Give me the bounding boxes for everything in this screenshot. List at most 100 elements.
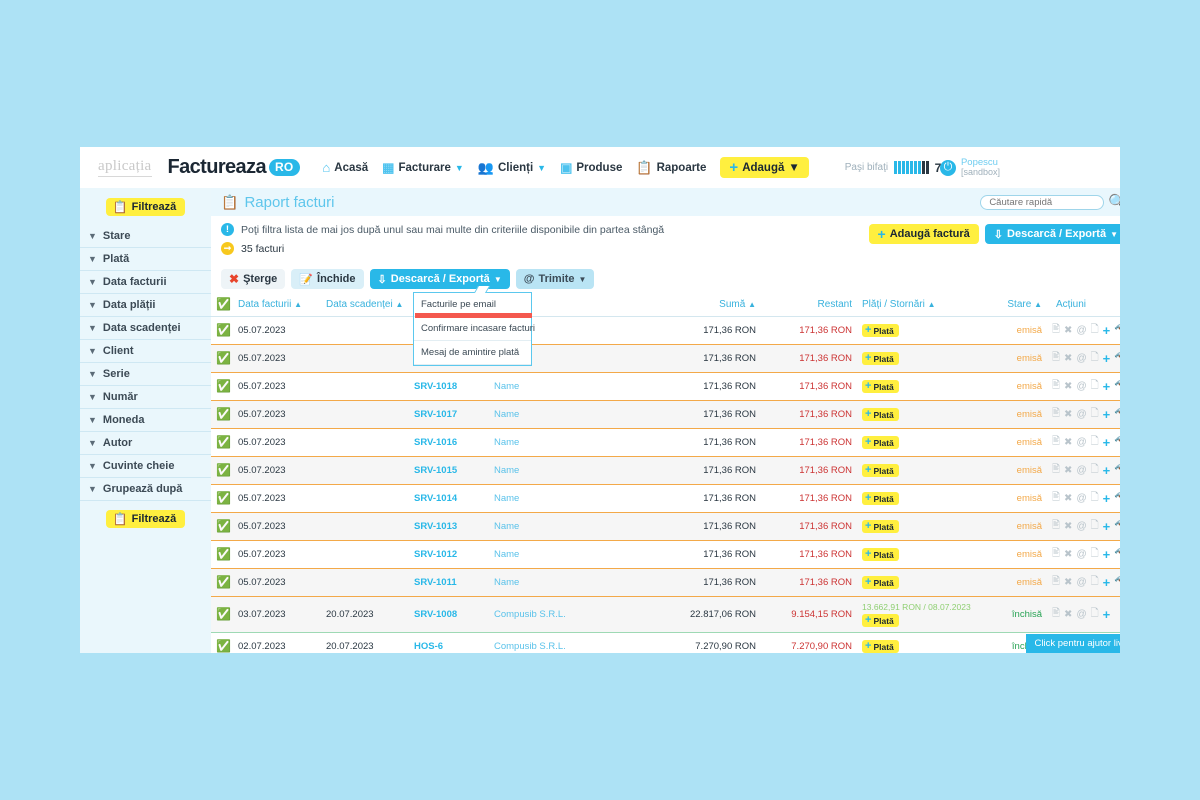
email-icon[interactable]: @: [1076, 493, 1086, 504]
dropdown-item-payment-confirmation[interactable]: Confirmare incasare facturi: [414, 317, 531, 341]
close-icon[interactable]: ✖: [1064, 409, 1072, 420]
close-icon[interactable]: ✖: [1064, 577, 1072, 588]
add-invoice-button[interactable]: + Adaugă factură: [869, 224, 979, 244]
row-checkbox-cell[interactable]: ✅: [211, 457, 233, 485]
client-link[interactable]: Name: [494, 437, 519, 448]
add-payment-badge[interactable]: +Plată: [862, 492, 899, 505]
add-payment-badge[interactable]: +Plată: [862, 464, 899, 477]
nav-item-facturare[interactable]: ▦ Facturare ▼: [382, 161, 464, 174]
row-checkbox-cell[interactable]: ✅: [211, 401, 233, 429]
delete-button[interactable]: ✖ Şterge: [221, 269, 285, 289]
email-icon[interactable]: @: [1076, 609, 1086, 620]
duplicate-icon[interactable]: 🗋: [1091, 322, 1099, 339]
duplicate-icon[interactable]: 🗋: [1091, 490, 1099, 507]
plus-icon[interactable]: +: [1103, 608, 1111, 621]
plus-icon[interactable]: +: [1103, 464, 1111, 477]
client-link[interactable]: Compusib S.R.L.: [494, 609, 566, 620]
invoice-link[interactable]: SRV-1014: [414, 493, 457, 504]
email-icon[interactable]: @: [1076, 465, 1086, 476]
download-export-button[interactable]: ⇩ Descarcă / Exportă ▼: [985, 224, 1120, 244]
edit-icon[interactable]: 🖹: [1052, 406, 1060, 423]
check-circle-icon[interactable]: ✅: [216, 492, 231, 504]
invoice-link[interactable]: SRV-1017: [414, 409, 457, 420]
close-icon[interactable]: ✖: [1064, 493, 1072, 504]
plus-icon[interactable]: +: [1103, 492, 1111, 505]
plus-icon[interactable]: +: [1103, 380, 1111, 393]
email-icon[interactable]: @: [1076, 549, 1086, 560]
table-row[interactable]: ✅05.07.2023171,36 RON171,36 RON+Platăemi…: [211, 345, 1120, 373]
email-icon[interactable]: @: [1076, 353, 1086, 364]
client-link[interactable]: Name: [494, 549, 519, 560]
edit-icon[interactable]: 🖹: [1052, 606, 1060, 623]
close-icon[interactable]: ✖: [1064, 381, 1072, 392]
filter-button-top[interactable]: 📋 Filtrează: [106, 198, 186, 216]
invoice-link[interactable]: SRV-1013: [414, 521, 457, 532]
duplicate-icon[interactable]: 🗋: [1091, 350, 1099, 367]
filter-item-3[interactable]: ▼Data plății: [80, 294, 211, 317]
close-icon[interactable]: ✖: [1064, 325, 1072, 336]
client-link[interactable]: Name: [494, 465, 519, 476]
client-link[interactable]: Name: [494, 493, 519, 504]
filter-item-11[interactable]: ▼Grupează după: [80, 478, 211, 501]
table-row[interactable]: ✅05.07.2023SRV-1018Name171,36 RON171,36 …: [211, 373, 1120, 401]
duplicate-icon[interactable]: 🗋: [1091, 574, 1099, 591]
add-payment-badge[interactable]: +Plată: [862, 576, 899, 589]
email-icon[interactable]: @: [1076, 381, 1086, 392]
email-icon[interactable]: @: [1076, 437, 1086, 448]
client-link[interactable]: Name: [494, 381, 519, 392]
row-checkbox-cell[interactable]: ✅: [211, 633, 233, 654]
check-circle-icon[interactable]: ✅: [216, 324, 231, 336]
filter-item-7[interactable]: ▼Număr: [80, 386, 211, 409]
brand-logo[interactable]: Factureaza RO: [168, 156, 301, 179]
edit-icon[interactable]: 🖹: [1052, 574, 1060, 591]
filter-item-10[interactable]: ▼Cuvinte cheie: [80, 455, 211, 478]
row-checkbox-cell[interactable]: ✅: [211, 541, 233, 569]
table-row[interactable]: ✅05.07.2023SRV-1011Name171,36 RON171,36 …: [211, 569, 1120, 597]
check-circle-icon[interactable]: ✅: [216, 436, 231, 448]
table-row[interactable]: ✅05.07.2023SRV-1012Name171,36 RON171,36 …: [211, 541, 1120, 569]
row-checkbox-cell[interactable]: ✅: [211, 345, 233, 373]
email-icon[interactable]: @: [1076, 577, 1086, 588]
row-checkbox-cell[interactable]: ✅: [211, 597, 233, 633]
table-row[interactable]: ✅05.07.2023SRV-1014Name171,36 RON171,36 …: [211, 485, 1120, 513]
send-button[interactable]: @ Trimite ▼: [516, 269, 595, 289]
gavel-icon[interactable]: 🔨: [1114, 549, 1120, 560]
check-circle-icon[interactable]: ✅: [216, 464, 231, 476]
client-link[interactable]: Name: [494, 577, 519, 588]
header-due-date[interactable]: Data scadenței ▲: [321, 294, 409, 317]
close-icon[interactable]: ✖: [1064, 437, 1072, 448]
invoice-link[interactable]: SRV-1016: [414, 437, 457, 448]
duplicate-icon[interactable]: 🗋: [1091, 518, 1099, 535]
filter-item-5[interactable]: ▼Client: [80, 340, 211, 363]
client-link[interactable]: Name: [494, 521, 519, 532]
duplicate-icon[interactable]: 🗋: [1091, 406, 1099, 423]
check-circle-icon[interactable]: ✅: [216, 576, 231, 588]
table-row[interactable]: ✅05.07.2023SRV-1013Name171,36 RON171,36 …: [211, 513, 1120, 541]
close-icon[interactable]: ✖: [1064, 353, 1072, 364]
gavel-icon[interactable]: 🔨: [1114, 465, 1120, 476]
gavel-icon[interactable]: 🔨: [1114, 353, 1120, 364]
duplicate-icon[interactable]: 🗋: [1091, 462, 1099, 479]
select-all-header[interactable]: ✅: [211, 294, 233, 317]
header-amount[interactable]: Sumă ▲: [639, 294, 761, 317]
check-circle-icon[interactable]: ✅: [216, 380, 231, 392]
close-icon[interactable]: ✖: [1064, 521, 1072, 532]
plus-icon[interactable]: +: [1103, 352, 1111, 365]
header-status[interactable]: Stare ▲: [977, 294, 1047, 317]
gavel-icon[interactable]: 🔨: [1114, 493, 1120, 504]
header-invoice-date[interactable]: Data facturii ▲: [233, 294, 321, 317]
table-row[interactable]: ✅05.07.2023SRV-1016Name171,36 RON171,36 …: [211, 429, 1120, 457]
check-circle-icon[interactable]: ✅: [216, 640, 231, 652]
table-row[interactable]: ✅02.07.202320.07.2023HOS-6Compusib S.R.L…: [211, 633, 1120, 654]
user-menu[interactable]: ⏻ Popescu [sandbox]: [940, 158, 1000, 177]
filter-button-bottom[interactable]: 📋 Filtrează: [106, 510, 186, 528]
nav-item-rapoarte[interactable]: 📋 Rapoarte: [636, 161, 706, 174]
header-outstanding[interactable]: Restant: [761, 294, 857, 317]
row-checkbox-cell[interactable]: ✅: [211, 429, 233, 457]
plus-icon[interactable]: +: [1103, 408, 1111, 421]
email-icon[interactable]: @: [1076, 409, 1086, 420]
plus-icon[interactable]: +: [1103, 548, 1111, 561]
nav-add-button[interactable]: + Adaugă ▼: [720, 157, 808, 178]
duplicate-icon[interactable]: 🗋: [1091, 434, 1099, 451]
email-icon[interactable]: @: [1076, 521, 1086, 532]
